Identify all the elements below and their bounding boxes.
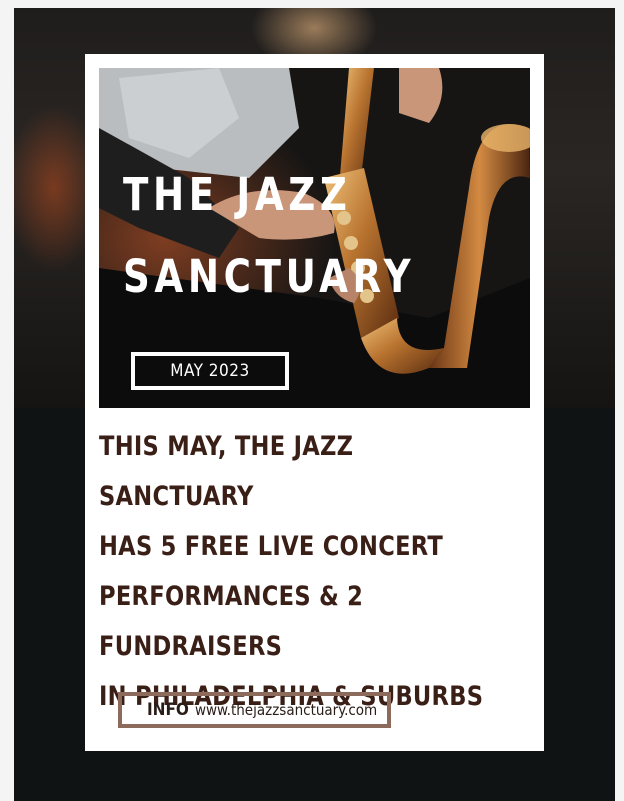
date-badge: MAY 2023: [131, 352, 289, 390]
info-label: INFO: [147, 700, 189, 720]
title-line-2: SANCTUARY: [123, 250, 416, 303]
hero-image: THE JAZZ SANCTUARY MAY 2023: [99, 68, 530, 408]
poster-page: THE JAZZ SANCTUARY MAY 2023 THIS MAY, TH…: [14, 8, 615, 801]
title-line-1: THE JAZZ: [123, 168, 352, 221]
headline-text: THIS MAY, THE JAZZ SANCTUARY HAS 5 FREE …: [99, 431, 484, 712]
website-url: www.thejazzsanctuary.com: [194, 701, 378, 719]
poster-title: THE JAZZ SANCTUARY: [123, 154, 415, 318]
poster-card: THE JAZZ SANCTUARY MAY 2023 THIS MAY, TH…: [85, 54, 544, 751]
info-box: INFO www.thejazzsanctuary.com: [118, 692, 391, 728]
